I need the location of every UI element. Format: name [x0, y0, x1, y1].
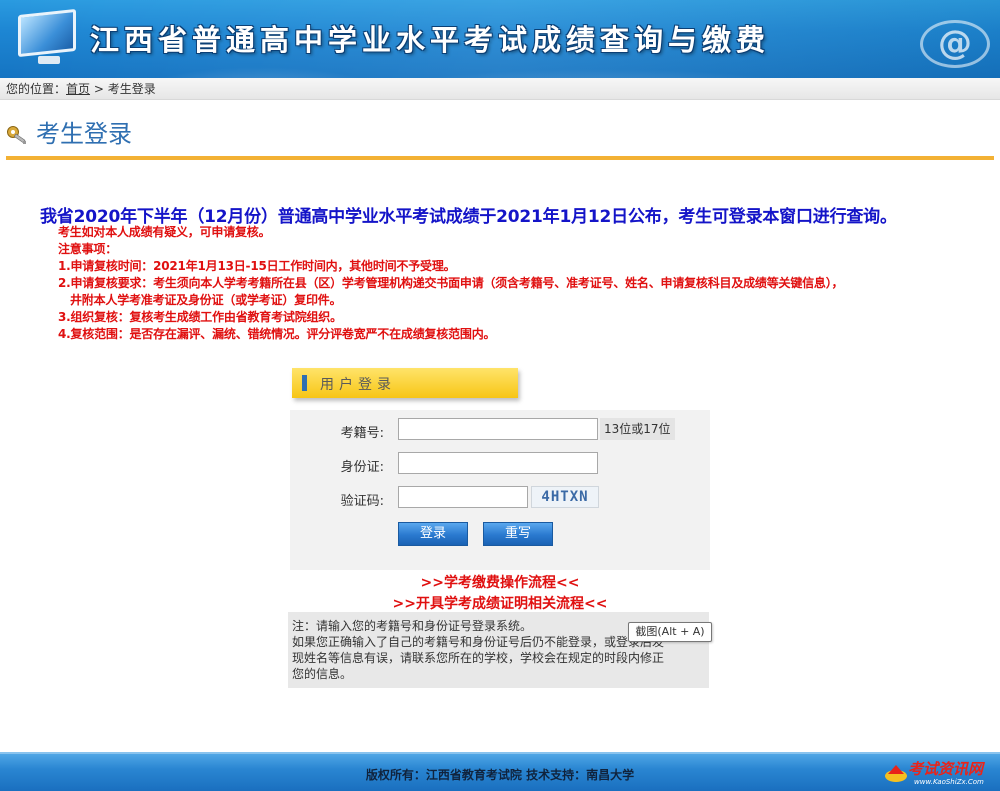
captcha-image[interactable]: 4HTXN	[531, 486, 599, 508]
note-line: 3.组织复核：复核考生成绩工作由省教育考试院组织。	[58, 310, 342, 324]
note-line: 2.申请复核要求：考生须向本人学考考籍所在县（区）学考管理机构递交书面申请（须含…	[58, 276, 844, 290]
at-sign-icon: @	[920, 20, 990, 68]
logo-url: www.KaoShiZx.Com	[914, 778, 984, 786]
captcha-label: 验证码:	[340, 494, 384, 509]
kaoshi-logo: 考试资讯网 www.KaoShiZx.Com	[884, 756, 996, 790]
header-banner: 江西省普通高中学业水平考试成绩查询与缴费 @	[0, 0, 1000, 78]
id-number-input[interactable]	[398, 452, 598, 474]
captcha-row: 验证码: 4HTXN	[290, 486, 710, 510]
note-text-line: 您的信息。	[292, 667, 353, 681]
button-row: 登录 重写	[290, 522, 710, 546]
login-form: 考籍号: 13位或17位 身份证: 验证码: 4HTXN 登录 重写	[290, 410, 710, 570]
user-login-tab-label: 用户登录	[320, 377, 396, 393]
tab-marker-icon	[302, 375, 307, 391]
page-title: 考生登录	[36, 120, 132, 148]
note-text-line: 现姓名等信息有误，请联系您所在的学校，学校会在规定的时段内修正	[292, 651, 665, 665]
fee-flow-link[interactable]: >>学考缴费操作流程<<	[290, 572, 710, 592]
id-label: 身份证:	[340, 460, 384, 475]
breadcrumb-home-link[interactable]: 首页	[66, 82, 90, 96]
title-divider	[6, 156, 994, 160]
exam-no-row: 考籍号: 13位或17位	[290, 418, 710, 442]
user-login-tab: 用户登录	[292, 368, 518, 398]
note-line: 1.申请复核时间：2021年1月13日-15日工作时间内，其他时间不予受理。	[58, 259, 456, 273]
footer: 版权所有：江西省教育考试院 技术支持：南昌大学 考试资讯网 www.KaoShi…	[0, 752, 1000, 791]
exam-no-label: 考籍号:	[340, 426, 384, 441]
breadcrumb-prefix: 您的位置：	[6, 82, 67, 96]
note-line: 4.复核范围：是否存在漏评、漏统、错统情况。评分评卷宽严不在成绩复核范围内。	[58, 327, 496, 341]
logo-name: 考试资讯网	[908, 760, 984, 778]
copyright-text: 版权所有：江西省教育考试院 技术支持：南昌大学	[365, 768, 635, 782]
note-line: 注意事项：	[58, 242, 118, 256]
screenshot-tooltip: 截图(Alt + A)	[628, 622, 712, 642]
note-line: 考生如对本人成绩有疑义，可申请复核。	[58, 225, 271, 239]
exam-no-input[interactable]	[398, 418, 598, 440]
breadcrumb-separator: >	[90, 82, 108, 96]
captcha-input[interactable]	[398, 486, 528, 508]
key-icon	[7, 126, 26, 144]
breadcrumb: 您的位置：首页 > 考生登录	[0, 78, 1000, 100]
cert-flow-link[interactable]: >>开具学考成绩证明相关流程<<	[290, 593, 710, 613]
id-row: 身份证:	[290, 452, 710, 476]
announcement-notes: 考生如对本人成绩有疑义，可申请复核。 注意事项： 1.申请复核时间：2021年1…	[58, 224, 978, 343]
breadcrumb-current: 考生登录	[107, 82, 156, 96]
logo-mark-icon	[885, 765, 907, 782]
site-title: 江西省普通高中学业水平考试成绩查询与缴费	[90, 23, 771, 57]
reset-button[interactable]: 重写	[483, 522, 553, 546]
login-button[interactable]: 登录	[398, 522, 468, 546]
exam-no-hint: 13位或17位	[600, 418, 675, 440]
monitor-icon	[16, 8, 80, 68]
note-line: 井附本人学考准考证及身份证（或学考证）复印件。	[70, 293, 342, 307]
